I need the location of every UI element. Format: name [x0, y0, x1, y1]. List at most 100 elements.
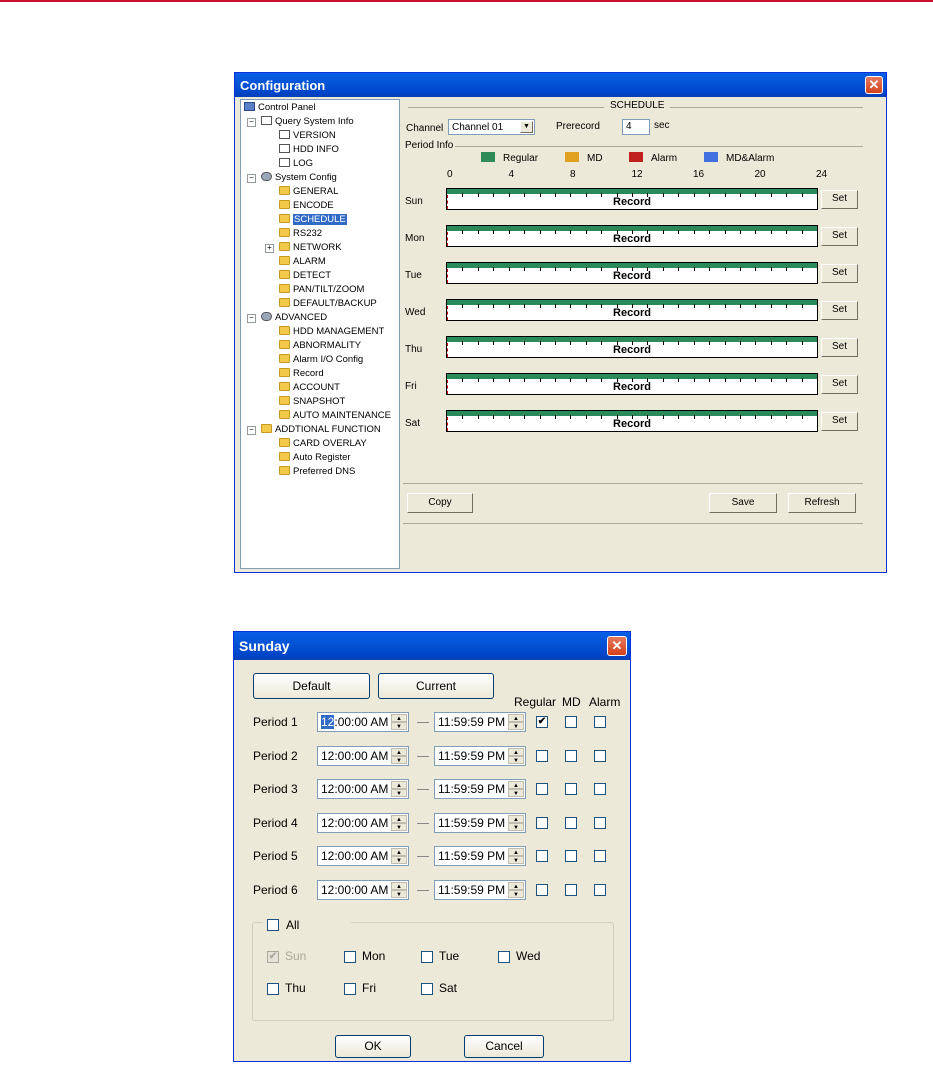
- spin-down-icon[interactable]: ▼: [508, 856, 524, 864]
- spin-control[interactable]: ▲ ▼: [391, 814, 407, 831]
- spin-control[interactable]: ▲ ▼: [508, 747, 524, 764]
- close-icon[interactable]: ✕: [865, 76, 883, 94]
- save-button[interactable]: Save: [709, 493, 777, 513]
- regular-checkbox[interactable]: [536, 783, 548, 795]
- tree-item[interactable]: AUTO MAINTENANCE: [279, 410, 391, 422]
- spin-up-icon[interactable]: ▲: [508, 781, 524, 789]
- spin-up-icon[interactable]: ▲: [391, 714, 407, 722]
- spin-down-icon[interactable]: ▼: [508, 755, 524, 764]
- md-checkbox[interactable]: [565, 883, 577, 896]
- spin-up-icon[interactable]: ▲: [508, 714, 524, 722]
- day-checkbox[interactable]: [267, 983, 279, 995]
- day-schedule-bar[interactable]: Record: [446, 336, 818, 358]
- spin-down-icon[interactable]: ▼: [508, 889, 524, 898]
- spin-up-icon[interactable]: ▲: [391, 814, 407, 823]
- tree-item[interactable]: ACCOUNT: [279, 382, 340, 394]
- alarm-checkbox[interactable]: [594, 883, 606, 896]
- md-checkbox[interactable]: [565, 850, 577, 862]
- tree-item[interactable]: LOG: [279, 158, 313, 170]
- ok-button[interactable]: OK: [335, 1035, 411, 1058]
- regular-checkbox[interactable]: [536, 816, 548, 829]
- regular-checkbox[interactable]: [536, 850, 548, 862]
- tree-item[interactable]: Record: [279, 368, 324, 380]
- tree-item[interactable]: HDD MANAGEMENT: [279, 326, 384, 338]
- tree-item[interactable]: DEFAULT/BACKUP: [279, 298, 377, 310]
- set-button[interactable]: Set: [821, 338, 858, 357]
- default-button[interactable]: Default: [253, 673, 370, 699]
- spin-down-icon[interactable]: ▼: [391, 755, 407, 764]
- spin-down-icon[interactable]: ▼: [508, 822, 524, 831]
- period-start-time[interactable]: 12:00:00 AM ▲ ▼: [317, 712, 409, 732]
- period-end-time[interactable]: 11:59:59 PM ▲ ▼: [434, 879, 526, 900]
- set-button[interactable]: Set: [821, 190, 858, 209]
- tree-item[interactable]: CARD OVERLAY: [279, 438, 367, 450]
- spin-up-icon[interactable]: ▲: [508, 814, 524, 823]
- spin-control[interactable]: ▲ ▼: [391, 747, 407, 764]
- period-end-time[interactable]: 11:59:59 PM ▲ ▼: [434, 846, 526, 866]
- expand-toggle-icon[interactable]: −: [247, 118, 256, 127]
- prerecord-input[interactable]: 4: [622, 119, 650, 135]
- configuration-titlebar[interactable]: Configuration ✕: [235, 73, 886, 97]
- day-schedule-bar[interactable]: Record: [446, 262, 818, 284]
- spin-down-icon[interactable]: ▼: [508, 722, 524, 730]
- settings-tree[interactable]: Control Panel − Query System Info VERSION HD…: [240, 99, 400, 569]
- alarm-checkbox[interactable]: [594, 716, 606, 728]
- spin-up-icon[interactable]: ▲: [508, 848, 524, 856]
- period-start-time[interactable]: 12:00:00 AM ▲ ▼: [317, 846, 409, 866]
- tree-item[interactable]: DETECT: [279, 270, 331, 282]
- day-checkbox[interactable]: [421, 951, 433, 963]
- regular-checkbox[interactable]: ✔: [536, 716, 548, 728]
- set-button[interactable]: Set: [821, 264, 858, 283]
- day-checkbox[interactable]: [344, 951, 356, 963]
- tree-item[interactable]: RS232: [279, 228, 322, 240]
- day-checkbox[interactable]: [421, 983, 433, 995]
- copy-button[interactable]: Copy: [407, 493, 473, 513]
- spin-up-icon[interactable]: ▲: [508, 747, 524, 756]
- period-end-time[interactable]: 11:59:59 PM ▲ ▼: [434, 745, 526, 766]
- tree-item[interactable]: SNAPSHOT: [279, 396, 345, 408]
- alarm-checkbox[interactable]: [594, 850, 606, 862]
- set-button[interactable]: Set: [821, 375, 858, 394]
- expand-toggle-icon[interactable]: +: [265, 244, 274, 253]
- expand-toggle-icon[interactable]: −: [247, 314, 256, 323]
- tree-item[interactable]: NETWORK: [279, 242, 342, 254]
- md-checkbox[interactable]: [565, 749, 577, 762]
- tree-item[interactable]: Auto Register: [279, 452, 351, 464]
- set-button[interactable]: Set: [821, 301, 858, 320]
- spin-down-icon[interactable]: ▼: [391, 889, 407, 898]
- day-schedule-bar[interactable]: Record: [446, 410, 818, 432]
- spin-control[interactable]: ▲ ▼: [508, 781, 524, 797]
- day-checkbox[interactable]: [344, 983, 356, 995]
- period-end-time[interactable]: 11:59:59 PM ▲ ▼: [434, 812, 526, 833]
- day-schedule-bar[interactable]: Record: [446, 188, 818, 210]
- spin-control[interactable]: ▲ ▼: [391, 781, 407, 797]
- spin-control[interactable]: ▲ ▼: [391, 714, 407, 730]
- close-icon[interactable]: ✕: [607, 636, 627, 656]
- tree-item[interactable]: ENCODE: [279, 200, 334, 212]
- day-checkbox[interactable]: [498, 951, 510, 963]
- tree-item[interactable]: GENERAL: [279, 186, 338, 198]
- alarm-checkbox[interactable]: [594, 749, 606, 762]
- tree-item[interactable]: Preferred DNS: [279, 466, 355, 478]
- period-start-time[interactable]: 12:00:00 AM ▲ ▼: [317, 779, 409, 799]
- sunday-titlebar[interactable]: Sunday ✕: [234, 632, 630, 660]
- spin-control[interactable]: ▲ ▼: [391, 881, 407, 898]
- channel-select[interactable]: Channel 01 ▼: [448, 119, 535, 135]
- md-checkbox[interactable]: [565, 783, 577, 795]
- tree-item[interactable]: Query System Info: [261, 116, 354, 128]
- spin-down-icon[interactable]: ▼: [508, 789, 524, 797]
- tree-item[interactable]: System Config: [261, 172, 337, 184]
- spin-up-icon[interactable]: ▲: [391, 848, 407, 856]
- expand-toggle-icon[interactable]: −: [247, 426, 256, 435]
- chevron-down-icon[interactable]: ▼: [520, 121, 533, 133]
- spin-down-icon[interactable]: ▼: [391, 722, 407, 730]
- spin-control[interactable]: ▲ ▼: [508, 814, 524, 831]
- day-schedule-bar[interactable]: Record: [446, 299, 818, 321]
- cancel-button[interactable]: Cancel: [464, 1035, 544, 1058]
- spin-down-icon[interactable]: ▼: [391, 822, 407, 831]
- spin-control[interactable]: ▲ ▼: [508, 714, 524, 730]
- spin-down-icon[interactable]: ▼: [391, 789, 407, 797]
- tree-item[interactable]: SCHEDULE: [279, 214, 347, 226]
- md-checkbox[interactable]: [565, 716, 577, 728]
- alarm-checkbox[interactable]: [594, 816, 606, 829]
